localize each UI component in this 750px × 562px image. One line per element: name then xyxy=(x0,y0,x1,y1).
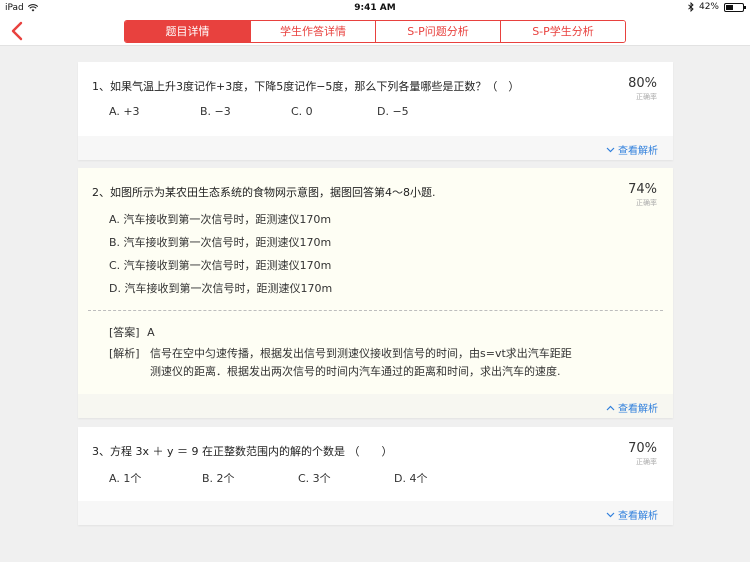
answer-label: [答案] xyxy=(109,326,140,339)
tab-sp-student-analysis[interactable]: S-P学生分析 xyxy=(500,21,625,42)
correct-rate-label: 正确率 xyxy=(636,458,657,466)
chevron-down-icon xyxy=(606,512,615,517)
status-bar: iPad 9:41 AM 42% xyxy=(0,0,750,16)
tab-question-detail[interactable]: 题目详情 xyxy=(125,21,250,42)
option-a: A. 汽车接收到第一次信号时，距测速仪170m xyxy=(109,213,332,226)
view-analysis-label: 查看解析 xyxy=(618,511,658,522)
status-time: 9:41 AM xyxy=(354,3,396,13)
battery-icon xyxy=(724,2,746,12)
chevron-left-icon xyxy=(11,21,23,41)
nav-bar: 题目详情 学生作答详情 S-P问题分析 S-P学生分析 xyxy=(0,16,750,46)
status-right: 42% xyxy=(688,2,746,12)
view-analysis-button[interactable]: 查看解析 xyxy=(606,142,658,157)
explanation-text: 信号在空中匀速传播，根据发出信号到测速仪接收到信号的时间，由s=vt求出汽车距距… xyxy=(150,345,609,381)
card-footer: 查看解析 xyxy=(78,501,673,525)
chevron-down-icon xyxy=(606,147,615,152)
divider xyxy=(88,310,663,311)
option-a: A. +3 xyxy=(109,105,140,118)
correct-rate: 80% 正确率 xyxy=(628,76,657,102)
question-card-3: 3、方程 3x ＋ y ＝ 9 在正整数范围内的解的个数是 （ ） 70% 正确… xyxy=(78,427,673,525)
option-b: B. −3 xyxy=(200,105,231,118)
correct-rate: 74% 正确率 xyxy=(628,182,657,208)
option-a: A. 1个 xyxy=(109,472,142,485)
option-c: C. 0 xyxy=(291,105,313,118)
correct-rate-value: 80% xyxy=(628,76,657,91)
option-b: B. 汽车接收到第一次信号时，距测速仪170m xyxy=(109,236,332,249)
chevron-up-icon xyxy=(606,405,615,410)
back-button[interactable] xyxy=(8,20,28,42)
correct-rate: 70% 正确率 xyxy=(628,441,657,467)
explanation: [解析] 信号在空中匀速传播，根据发出信号到测速仪接收到信号的时间，由s=vt求… xyxy=(109,345,609,383)
option-d: D. 汽车接收到第一次信号时，距测速仪170m xyxy=(109,282,333,295)
view-analysis-label: 查看解析 xyxy=(618,146,658,157)
correct-rate-value: 74% xyxy=(628,182,657,197)
option-c: C. 3个 xyxy=(298,472,331,485)
battery-percent: 42% xyxy=(698,2,719,12)
correct-rate-value: 70% xyxy=(628,441,657,456)
option-c: C. 汽车接收到第一次信号时，距测速仪170m xyxy=(109,259,332,272)
answer-row: [答案] A xyxy=(109,324,155,340)
explanation-line-2: 测速仪的距离．根据发出两次信号的时间内汽车通过的距离和时间，求出汽车的速度. xyxy=(150,365,561,378)
explanation-label: [解析] xyxy=(109,347,140,360)
card-footer: 查看解析 xyxy=(78,136,673,160)
view-analysis-button[interactable]: 查看解析 xyxy=(606,507,658,522)
question-card-2: 2、如图所示为某农田生态系统的食物网示意图，据图回答第4～8小题. 74% 正确… xyxy=(78,168,673,418)
segment-tabs: 题目详情 学生作答详情 S-P问题分析 S-P学生分析 xyxy=(124,20,626,43)
option-b: B. 2个 xyxy=(202,472,235,485)
question-card-1: 1、如果气温上升3度记作+3度，下降5度记作−5度，那么下列各量哪些是正数？（ … xyxy=(78,62,673,160)
answer-value: A xyxy=(147,326,155,339)
correct-rate-label: 正确率 xyxy=(636,199,657,207)
option-d: D. 4个 xyxy=(394,472,428,485)
bluetooth-icon xyxy=(688,2,694,12)
card-footer: 查看解析 xyxy=(78,394,673,418)
question-title: 2、如图所示为某农田生态系统的食物网示意图，据图回答第4～8小题. xyxy=(92,186,436,199)
option-d: D. −5 xyxy=(377,105,409,118)
hide-analysis-button[interactable]: 查看解析 xyxy=(606,400,658,415)
tab-sp-question-analysis[interactable]: S-P问题分析 xyxy=(375,21,500,42)
explanation-line-1: 信号在空中匀速传播，根据发出信号到测速仪接收到信号的时间，由s=vt求出汽车距距 xyxy=(150,347,572,360)
correct-rate-label: 正确率 xyxy=(636,93,657,101)
view-analysis-label: 查看解析 xyxy=(618,404,658,415)
tab-student-answer-detail[interactable]: 学生作答详情 xyxy=(250,21,375,42)
question-title: 1、如果气温上升3度记作+3度，下降5度记作−5度，那么下列各量哪些是正数？（ … xyxy=(92,80,520,93)
question-title: 3、方程 3x ＋ y ＝ 9 在正整数范围内的解的个数是 （ ） xyxy=(92,445,393,458)
